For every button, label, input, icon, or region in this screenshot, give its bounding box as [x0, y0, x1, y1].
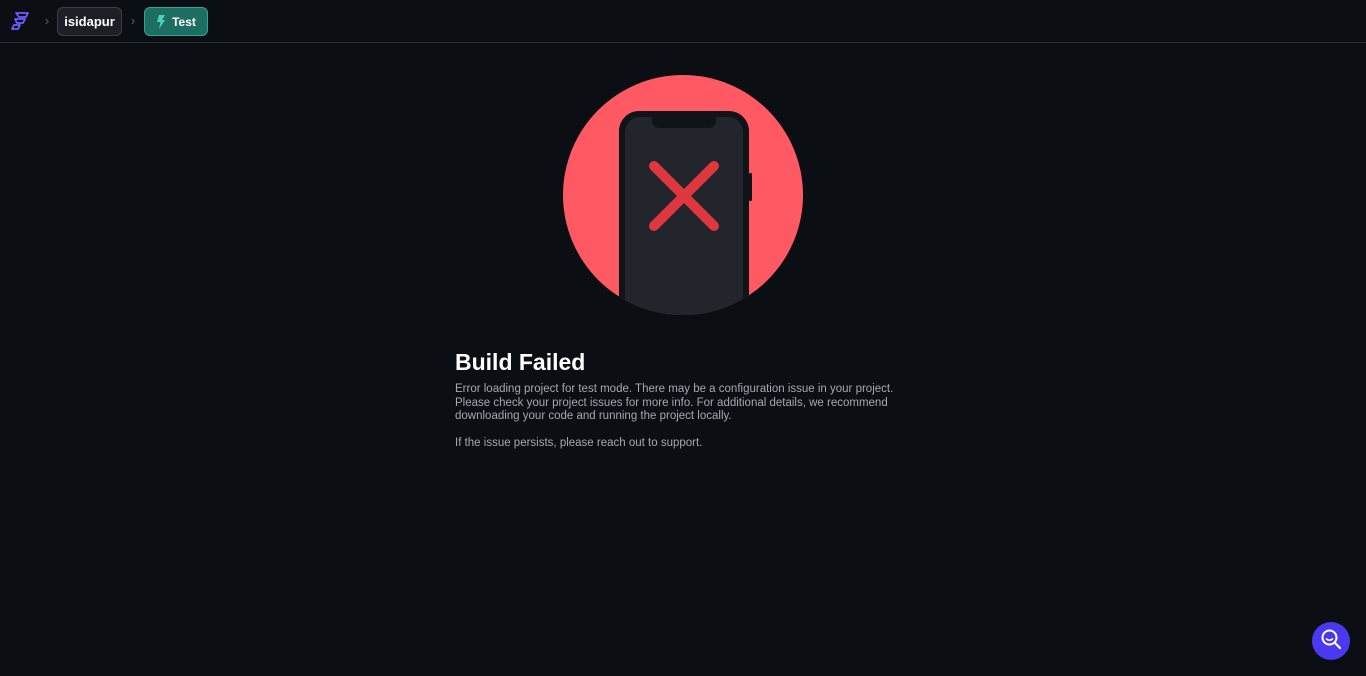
- test-mode-button[interactable]: Test: [144, 7, 208, 36]
- support-message: If the issue persists, please reach out …: [455, 437, 703, 449]
- top-bar: › isidapur › Test: [0, 0, 1366, 43]
- project-name: isidapur: [64, 14, 115, 29]
- page-title: Build Failed: [455, 349, 586, 375]
- error-description: Error loading project for test mode. The…: [455, 383, 894, 422]
- search-help-icon: [1319, 627, 1343, 656]
- help-search-button[interactable]: [1312, 622, 1350, 660]
- flutterflow-logo-icon[interactable]: [10, 10, 32, 32]
- chevron-right-icon: ›: [44, 13, 50, 28]
- phone-error-icon: [563, 75, 803, 315]
- mode-label: Test: [172, 14, 196, 29]
- bolt-icon: [156, 14, 166, 29]
- chevron-right-icon: ›: [130, 13, 136, 28]
- breadcrumb-project-button[interactable]: isidapur: [57, 7, 122, 36]
